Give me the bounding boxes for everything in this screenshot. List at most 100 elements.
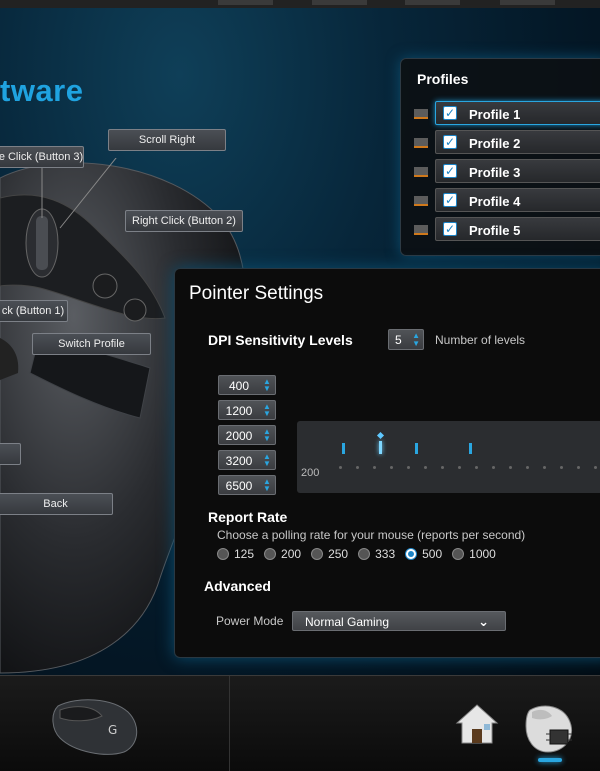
radio-label: 500 (422, 547, 443, 561)
chevron-down-icon[interactable]: ⌄ (478, 614, 489, 630)
top-tab[interactable] (218, 0, 273, 5)
report-rate-radio[interactable]: 1000 (452, 547, 496, 561)
bottom-nav-bar: G (0, 675, 600, 771)
profile-label: Profile 2 (469, 136, 521, 151)
dpi-level-marker[interactable] (415, 443, 418, 454)
graph-dot (356, 466, 359, 469)
profile-checkbox[interactable]: ✓ (443, 193, 457, 207)
top-tab[interactable] (405, 0, 460, 5)
main-panel: tware Scroll Right e Click (Button 3) Ri… (0, 8, 600, 675)
profile-row[interactable]: ✓ Profile 1 (411, 101, 600, 127)
profile-row[interactable]: ✓ Profile 3 (411, 159, 600, 185)
radio-circle-icon[interactable] (217, 548, 229, 560)
profile-checkbox[interactable]: ✓ (443, 135, 457, 149)
dpi-count-label: Number of levels (435, 333, 526, 347)
dpi-level-marker[interactable] (342, 443, 345, 454)
radio-circle-icon[interactable] (405, 548, 418, 560)
profile-flag-icon (414, 196, 428, 206)
graph-dot (509, 466, 512, 469)
radio-circle-icon[interactable] (452, 548, 465, 560)
callout-unlabeled[interactable] (0, 443, 21, 465)
graph-dot (543, 466, 546, 469)
callout-back[interactable]: Back (0, 493, 113, 515)
profile-checkbox[interactable]: ✓ (443, 222, 457, 236)
dpi-level-stepper[interactable]: 6500 ▲ ▼ (218, 475, 276, 495)
report-rate-radio[interactable]: 200 (264, 547, 301, 561)
stepper-arrows-icon[interactable]: ▲ ▼ (412, 332, 420, 348)
graph-dot (492, 466, 495, 469)
dpi-level-stepper[interactable]: 2000 ▲ ▼ (218, 425, 276, 445)
radio-circle-icon[interactable] (264, 548, 277, 560)
profiles-title: Profiles (417, 71, 469, 87)
callout-middle-click[interactable]: e Click (Button 3) (0, 146, 84, 168)
dpi-level-stepper[interactable]: 3200 ▲ ▼ (218, 450, 276, 470)
report-rate-radio[interactable]: 125 (217, 547, 254, 561)
stepper-arrows-icon[interactable]: ▲ ▼ (262, 378, 272, 393)
profile-flag-icon (414, 109, 428, 119)
power-mode-label: Power Mode (216, 614, 284, 628)
top-tab[interactable] (500, 0, 555, 5)
power-mode-select[interactable]: Normal Gaming ⌄ (292, 611, 506, 631)
pointer-settings-title: Pointer Settings (189, 283, 324, 304)
callout-scroll-right[interactable]: Scroll Right (108, 129, 226, 151)
dpi-level-value: 6500 (225, 479, 253, 493)
stepper-arrows-icon[interactable]: ▲ ▼ (262, 428, 272, 443)
profile-flag-icon (414, 225, 428, 235)
profile-row[interactable]: ✓ Profile 4 (411, 188, 600, 214)
dpi-label: DPI Sensitivity Levels (208, 332, 353, 348)
dpi-level-stepper[interactable]: 400 ▲ ▼ (218, 375, 276, 395)
callout-switch-profile[interactable]: Switch Profile (32, 333, 151, 355)
mouse-device-icon[interactable]: G (50, 694, 142, 756)
stepper-arrows-icon[interactable]: ▲ ▼ (262, 478, 272, 493)
profile-label: Profile 1 (469, 107, 521, 122)
pointer-settings-icon[interactable] (520, 700, 580, 756)
dpi-level-value: 3200 (225, 454, 253, 468)
graph-dot (390, 466, 393, 469)
power-mode-value: Normal Gaming (305, 615, 390, 629)
profiles-panel: Profiles ✓ Profile 1 ✓ Profile 2 ✓ Profile … (400, 58, 600, 256)
profile-flag-icon (414, 167, 428, 177)
radio-circle-icon[interactable] (311, 548, 324, 560)
graph-dot (339, 466, 342, 469)
nav-divider (229, 676, 230, 771)
dpi-count-value: 5 (395, 333, 402, 347)
profile-label: Profile 5 (469, 223, 521, 238)
graph-dot (577, 466, 580, 469)
profile-row[interactable]: ✓ Profile 5 (411, 217, 600, 243)
report-rate-radio[interactable]: 250 (311, 547, 348, 561)
profile-checkbox[interactable]: ✓ (443, 106, 457, 120)
graph-dot (526, 466, 529, 469)
callout-right-click[interactable]: Right Click (Button 2) (125, 210, 243, 232)
graph-dot (441, 466, 444, 469)
radio-label: 200 (281, 547, 302, 561)
stepper-arrows-icon[interactable]: ▲ ▼ (262, 403, 272, 418)
dpi-graph[interactable]: 200 (297, 421, 600, 493)
report-rate-radio[interactable]: 333 (358, 547, 395, 561)
top-tab[interactable] (312, 0, 367, 5)
dpi-level-marker-selected[interactable] (379, 441, 382, 454)
default-dpi-diamond-icon (376, 431, 385, 440)
radio-circle-icon[interactable] (358, 548, 371, 560)
app-title: tware (0, 73, 84, 108)
pointer-settings-panel: Pointer Settings DPI Sensitivity Levels … (174, 268, 600, 658)
report-rate-label: Report Rate (208, 509, 288, 525)
stepper-arrows-icon[interactable]: ▲ ▼ (262, 453, 272, 468)
report-rate-options: 125 200 250 333 500 1000 (217, 547, 506, 561)
graph-dot (560, 466, 563, 469)
profile-row[interactable]: ✓ Profile 2 (411, 130, 600, 156)
dpi-count-stepper[interactable]: 5 ▲ ▼ (388, 329, 424, 350)
dpi-level-marker[interactable] (469, 443, 472, 454)
radio-label: 1000 (469, 547, 496, 561)
svg-text:G: G (108, 723, 117, 737)
radio-label: 250 (328, 547, 349, 561)
profile-label: Profile 4 (469, 194, 521, 209)
home-icon[interactable] (455, 702, 499, 746)
report-rate-description: Choose a polling rate for your mouse (re… (217, 528, 526, 542)
graph-dot (458, 466, 461, 469)
report-rate-radio-selected[interactable]: 500 (405, 547, 442, 561)
callout-left-click[interactable]: ck (Button 1) (0, 300, 68, 322)
dpi-level-stepper[interactable]: 1200 ▲ ▼ (218, 400, 276, 420)
top-bar (0, 0, 600, 8)
graph-dot (407, 466, 410, 469)
profile-checkbox[interactable]: ✓ (443, 164, 457, 178)
